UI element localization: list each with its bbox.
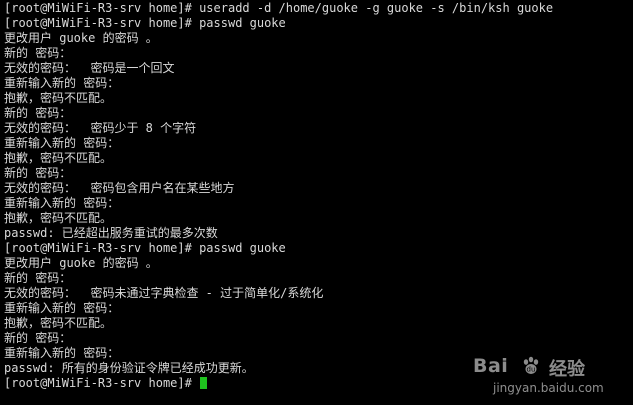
terminal-line: [root@MiWiFi-R3-srv home]# passwd guoke xyxy=(4,16,286,30)
terminal-cursor xyxy=(200,377,208,389)
baidu-paw-icon: du xyxy=(523,356,539,374)
terminal-line: [root@MiWiFi-R3-srv home]# useradd -d /h… xyxy=(4,1,554,15)
terminal-line: 新的 密码： xyxy=(4,271,72,285)
terminal-line: 新的 密码： xyxy=(4,46,72,60)
terminal-line: 抱歉，密码不匹配。 xyxy=(4,316,113,330)
watermark-jingyan: 经验 xyxy=(549,359,585,380)
terminal-line: 重新输入新的 密码： xyxy=(4,196,120,210)
terminal-line: 重新输入新的 密码： xyxy=(4,301,120,315)
terminal-line: 重新输入新的 密码： xyxy=(4,76,120,90)
terminal-line: 新的 密码： xyxy=(4,331,72,345)
terminal-line: 抱歉，密码不匹配。 xyxy=(4,91,113,105)
terminal-output: [root@MiWiFi-R3-srv home]# useradd -d /h… xyxy=(4,1,629,391)
terminal-line: 重新输入新的 密码： xyxy=(4,136,120,150)
terminal-line: 抱歉，密码不匹配。 xyxy=(4,151,113,165)
terminal-line: 无效的密码： 密码少于 8 个字符 xyxy=(4,121,197,135)
terminal-line: 更改用户 guoke 的密码 。 xyxy=(4,256,158,270)
terminal-line: 新的 密码： xyxy=(4,166,72,180)
terminal-window[interactable]: [root@MiWiFi-R3-srv home]# useradd -d /h… xyxy=(0,0,633,405)
shell-prompt: [root@MiWiFi-R3-srv home]# xyxy=(4,376,200,390)
terminal-line: passwd: 已经超出服务重试的最多次数 xyxy=(4,226,218,240)
terminal-line: 更改用户 guoke 的密码 。 xyxy=(4,31,158,45)
terminal-line: 无效的密码： 密码未通过字典检查 - 过于简单化/系统化 xyxy=(4,286,324,300)
terminal-line: [root@MiWiFi-R3-srv home]# passwd guoke xyxy=(4,241,286,255)
terminal-line: 无效的密码： 密码包含用户名在某些地方 xyxy=(4,181,235,195)
terminal-line: 抱歉，密码不匹配。 xyxy=(4,211,113,225)
svg-text:du: du xyxy=(527,366,536,374)
baidu-jingyan-watermark: Bai du 经验 jingyan.baidu.com xyxy=(473,353,623,397)
watermark-site: jingyan.baidu.com xyxy=(493,381,604,395)
watermark-brand: Bai xyxy=(473,355,509,377)
terminal-line: 无效的密码： 密码是一个回文 xyxy=(4,61,175,75)
terminal-line: 新的 密码： xyxy=(4,106,72,120)
